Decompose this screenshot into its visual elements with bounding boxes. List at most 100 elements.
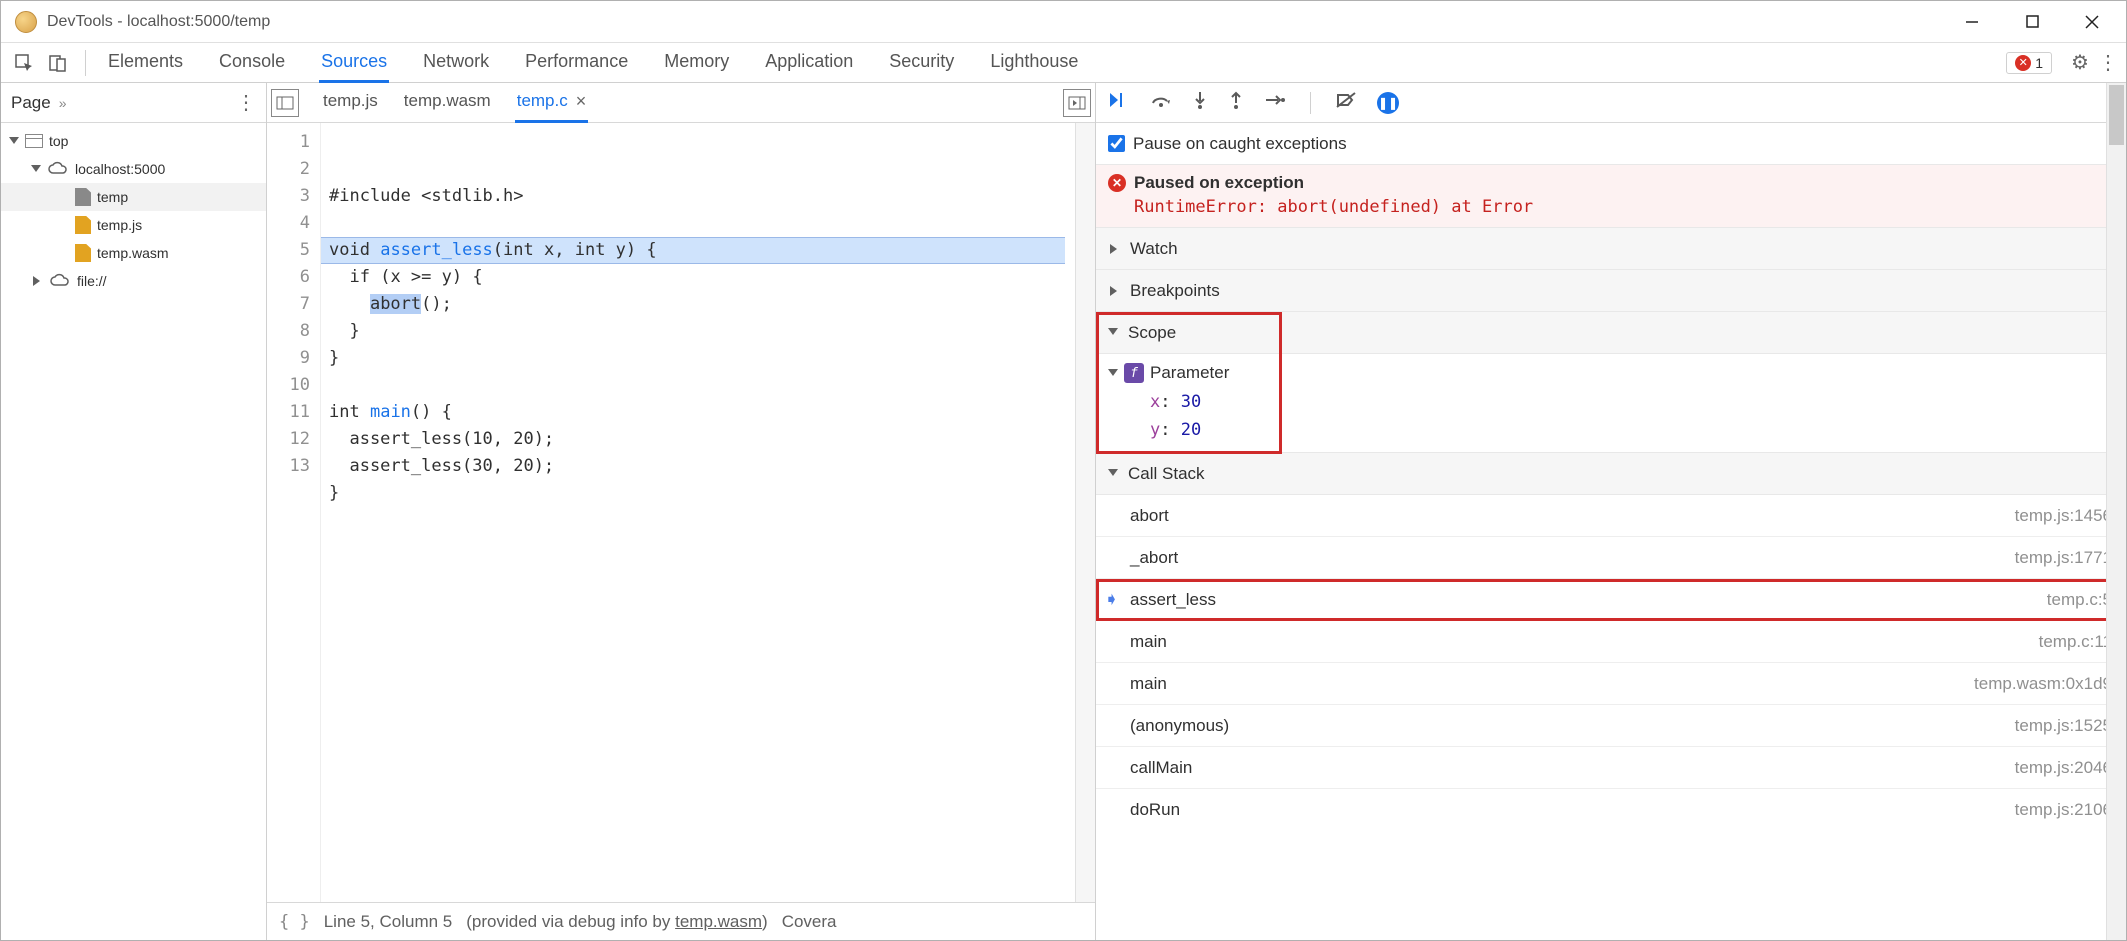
scope-body: f Parameter x: 30 y: 20 xyxy=(1096,354,2126,453)
watch-section-header[interactable]: Watch xyxy=(1096,228,2126,270)
devtools-toolbar: Elements Console Sources Network Perform… xyxy=(1,43,2126,83)
close-tab-button[interactable]: × xyxy=(576,91,587,112)
deactivate-breakpoints-button[interactable] xyxy=(1335,91,1357,114)
code-area[interactable]: #include <stdlib.h> void assert_less(int… xyxy=(321,123,1075,902)
paused-exception-banner: ✕ Paused on exception RuntimeError: abor… xyxy=(1096,165,2126,228)
tree-file-temp-js[interactable]: temp.js xyxy=(1,211,266,239)
stack-frame[interactable]: maintemp.wasm:0x1d9 xyxy=(1096,663,2126,705)
more-menu-button[interactable]: ⋮ xyxy=(2096,50,2120,75)
file-icon xyxy=(75,216,91,234)
pretty-print-button[interactable]: { } xyxy=(279,912,310,932)
editor-tabs: temp.js temp.wasm temp.c × xyxy=(267,83,1095,123)
pause-on-caught-row: Pause on caught exceptions xyxy=(1096,123,2126,165)
scrollbar-thumb[interactable] xyxy=(2109,85,2124,145)
tab-sources[interactable]: Sources xyxy=(319,43,389,83)
scope-var-y[interactable]: y: 20 xyxy=(1108,416,2126,444)
code-content: #include <stdlib.h> void assert_less(int… xyxy=(329,183,1075,507)
device-icon xyxy=(48,53,68,73)
tab-performance[interactable]: Performance xyxy=(523,43,630,83)
navigator-pane: Page » ⋮ top localhost:5000 tem xyxy=(1,83,267,940)
stack-frame[interactable]: _aborttemp.js:1771 xyxy=(1096,537,2126,579)
kebab-icon: ⋮ xyxy=(2098,52,2118,74)
stack-frame[interactable]: callMaintemp.js:2046 xyxy=(1096,747,2126,789)
stack-frame[interactable]: (anonymous)temp.js:1525 xyxy=(1096,705,2126,747)
file-tab-temp-c[interactable]: temp.c × xyxy=(515,83,589,123)
step-button[interactable] xyxy=(1264,92,1286,113)
device-toolbar-button[interactable] xyxy=(43,48,73,78)
tab-application[interactable]: Application xyxy=(763,43,855,83)
tab-elements[interactable]: Elements xyxy=(106,43,185,83)
cloud-icon xyxy=(49,273,71,289)
tree-file-temp-wasm[interactable]: temp.wasm xyxy=(1,239,266,267)
sources-panel: Page » ⋮ top localhost:5000 tem xyxy=(1,83,2126,940)
debugger-toolbar: ❚❚ xyxy=(1096,83,2126,123)
frame-icon xyxy=(25,134,43,148)
cloud-icon xyxy=(47,161,69,177)
pause-icon: ❚❚ xyxy=(1377,92,1399,114)
step-into-button[interactable] xyxy=(1192,90,1208,115)
navigator-more-tabs[interactable]: » xyxy=(59,95,67,111)
file-tab-temp-wasm[interactable]: temp.wasm xyxy=(402,83,493,122)
window-maximize-button[interactable] xyxy=(2002,2,2062,42)
editor-scrollbar[interactable] xyxy=(1075,123,1095,902)
stack-frame[interactable]: doRuntemp.js:2106 xyxy=(1096,789,2126,831)
stack-frame[interactable]: maintemp.c:11 xyxy=(1096,621,2126,663)
scope-var-x[interactable]: x: 30 xyxy=(1108,388,2126,416)
scope-section-header[interactable]: Scope xyxy=(1096,312,2126,354)
line-gutter: 12345678910111213 xyxy=(267,123,321,902)
resume-button[interactable] xyxy=(1108,91,1130,114)
tree-origin[interactable]: localhost:5000 xyxy=(1,155,266,183)
navigator-menu-button[interactable]: ⋮ xyxy=(236,90,256,115)
app-icon xyxy=(15,11,37,33)
step-over-button[interactable] xyxy=(1150,91,1172,114)
settings-button[interactable]: ⚙ xyxy=(2064,50,2096,75)
file-tab-temp-js[interactable]: temp.js xyxy=(321,83,380,122)
tab-console[interactable]: Console xyxy=(217,43,287,83)
step-out-button[interactable] xyxy=(1228,90,1244,115)
window-close-button[interactable] xyxy=(2062,2,2122,42)
tree-top-frame[interactable]: top xyxy=(1,127,266,155)
exception-message: RuntimeError: abort(undefined) at Error xyxy=(1134,197,2114,217)
file-tree: top localhost:5000 temp temp.js t xyxy=(1,123,266,940)
pause-on-caught-checkbox[interactable] xyxy=(1108,135,1125,152)
cursor-position: Line 5, Column 5 xyxy=(324,912,453,932)
window-minimize-button[interactable] xyxy=(1942,2,2002,42)
file-icon xyxy=(75,244,91,262)
code-editor[interactable]: 12345678910111213 #include <stdlib.h> vo… xyxy=(267,123,1095,902)
panel-icon xyxy=(276,96,294,110)
debug-info-hint: (provided via debug info by temp.wasm) xyxy=(466,912,767,932)
toggle-navigator-button[interactable] xyxy=(271,89,299,117)
tree-file-scheme[interactable]: file:// xyxy=(1,267,266,295)
navigator-tab-page[interactable]: Page xyxy=(11,93,51,113)
devtools-tabs: Elements Console Sources Network Perform… xyxy=(106,43,1080,83)
stack-frame[interactable]: aborttemp.js:1456 xyxy=(1096,495,2126,537)
divider xyxy=(85,50,86,76)
inspect-icon xyxy=(14,53,34,73)
editor-pane: temp.js temp.wasm temp.c × 1234567891011… xyxy=(267,83,1096,940)
debugger-scrollbar[interactable] xyxy=(2106,83,2126,940)
devtools-window: DevTools - localhost:5000/temp Elements … xyxy=(0,0,2127,941)
minimize-icon xyxy=(1965,15,1979,29)
scope-parameter-group[interactable]: f Parameter xyxy=(1108,358,2126,388)
toggle-debugger-button[interactable] xyxy=(1063,89,1091,117)
inspect-element-button[interactable] xyxy=(9,48,39,78)
error-icon: ✕ xyxy=(2015,55,2031,71)
close-icon xyxy=(2085,15,2099,29)
tab-network[interactable]: Network xyxy=(421,43,491,83)
stack-frame-current[interactable]: ➧ assert_lesstemp.c:5 xyxy=(1096,579,2126,621)
window-title: DevTools - localhost:5000/temp xyxy=(47,13,270,31)
callstack-section-header[interactable]: Call Stack xyxy=(1096,453,2126,495)
maximize-icon xyxy=(2026,15,2039,28)
tab-security[interactable]: Security xyxy=(887,43,956,83)
parameter-badge-icon: f xyxy=(1124,363,1144,383)
debug-info-link[interactable]: temp.wasm xyxy=(675,912,762,931)
error-count-badge[interactable]: ✕ 1 xyxy=(2006,52,2052,74)
breakpoints-section-header[interactable]: Breakpoints xyxy=(1096,270,2126,312)
error-count: 1 xyxy=(2035,55,2043,71)
tree-file-temp[interactable]: temp xyxy=(1,183,266,211)
tab-memory[interactable]: Memory xyxy=(662,43,731,83)
error-icon: ✕ xyxy=(1108,174,1126,192)
tab-lighthouse[interactable]: Lighthouse xyxy=(988,43,1080,83)
pause-on-exceptions-button[interactable]: ❚❚ xyxy=(1377,92,1399,114)
navigator-header: Page » ⋮ xyxy=(1,83,266,123)
